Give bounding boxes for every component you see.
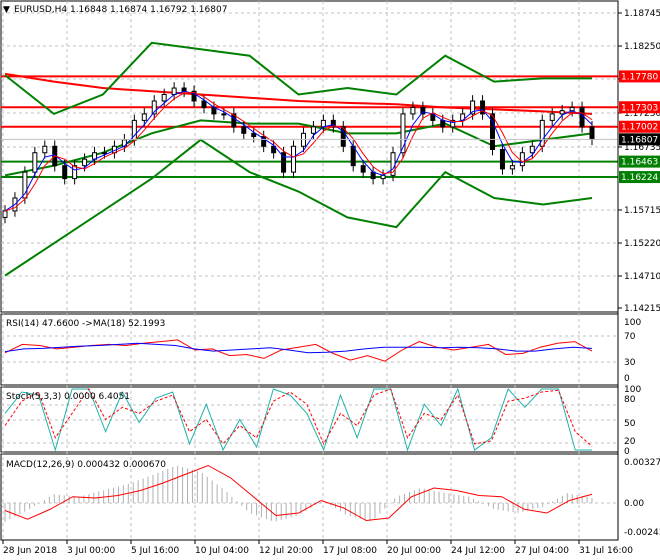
chart-marks	[1, 41, 618, 522]
time-label: 27 Jul 04:00	[515, 546, 569, 556]
candle	[62, 165, 68, 180]
macd-tick-label: -0.002436	[624, 528, 660, 538]
macd-tick-label: 0.003273	[624, 458, 660, 468]
time-label: 5 Jul 16:00	[131, 546, 180, 556]
candle	[291, 145, 297, 173]
price-tick-label: 1.18745	[624, 9, 660, 19]
candle	[519, 152, 525, 167]
chart-canvas[interactable]: EURUSD,H4 1.16848 1.16874 1.16792 1.1680…	[0, 0, 660, 560]
level-label: 1.16224	[621, 173, 658, 183]
time-label: 28 Jun 2018	[3, 546, 57, 556]
candle	[440, 119, 446, 128]
time-label: 20 Jul 00:00	[387, 546, 441, 556]
candle	[410, 106, 416, 115]
candle	[310, 126, 316, 134]
candle	[101, 152, 107, 155]
level-label: 1.17780	[621, 72, 658, 82]
rsi-tick-label: 70	[624, 332, 636, 342]
macd-signal-line	[4, 464, 593, 522]
price-tick-label: 1.15220	[624, 239, 660, 249]
candle	[161, 94, 167, 102]
time-label: 3 Jul 00:00	[67, 546, 116, 556]
price-tick-label: 1.15715	[624, 206, 660, 216]
candle	[42, 145, 48, 154]
stoch-tick-label: 100	[624, 385, 641, 395]
rsi-line	[4, 339, 593, 362]
candle	[360, 165, 366, 173]
rsi-tick-label: 0	[624, 374, 630, 384]
trading-chart-window[interactable]: EURUSD,H4 1.16848 1.16874 1.16792 1.1680…	[0, 0, 660, 560]
candle	[72, 165, 78, 180]
price-tick-label: 1.18250	[624, 42, 660, 52]
candle	[221, 113, 227, 116]
candle	[549, 113, 555, 121]
rsi-ma-line	[4, 342, 593, 354]
level-label: 1.16463	[621, 158, 658, 168]
time-label: 10 Jul 04:00	[195, 546, 249, 556]
candle	[241, 126, 247, 134]
candle	[579, 106, 585, 128]
stoch-label: Stoch(5,3,3) 0.0000 6.4051	[6, 392, 130, 402]
time-label: 17 Jul 08:00	[323, 546, 377, 556]
candle	[529, 145, 535, 154]
candle	[2, 210, 8, 218]
stoch-tick-label: 0	[624, 447, 630, 457]
candle	[201, 100, 207, 108]
axes: 1.187451.182501.177451.172301.167351.157…	[2, 1, 660, 556]
candle	[32, 152, 38, 173]
candle	[509, 165, 515, 170]
candle	[251, 132, 257, 138]
price-tick-label: 1.14215	[624, 304, 660, 314]
candle	[82, 158, 88, 167]
macd-tick-label: 0.00	[624, 499, 644, 509]
candle	[141, 113, 147, 121]
time-label: 31 Jul 16:00	[579, 546, 633, 556]
stoch-tick-label: 20	[624, 437, 636, 447]
stoch-tick-label: 80	[624, 395, 636, 405]
level-label: 1.17002	[621, 123, 658, 133]
candle	[559, 110, 565, 115]
time-label: 12 Jul 20:00	[259, 546, 313, 556]
candle	[320, 119, 326, 128]
candle	[589, 126, 595, 140]
symbol-info: EURUSD,H4 1.16848 1.16874 1.16792 1.1680…	[14, 5, 227, 15]
level-label: 1.17303	[621, 103, 658, 113]
candle	[499, 148, 505, 170]
bb-upper	[4, 41, 592, 116]
macd-label: MACD(12,26,9) 0.000432 0.000670	[6, 460, 166, 470]
price-tick-label: 1.14710	[624, 272, 660, 282]
stoch-tick-label: 50	[624, 419, 636, 429]
rsi-label: RSI(14) 47.6600 ->MA(18) 52.1993	[6, 319, 165, 329]
time-label: 24 Jul 12:00	[451, 546, 505, 556]
rsi-tick-label: 100	[624, 318, 641, 328]
current-price-label: 1.16807	[621, 135, 658, 145]
collapse-triangle-icon[interactable]: ▼	[3, 5, 10, 15]
rsi-tick-label: 30	[624, 358, 636, 368]
